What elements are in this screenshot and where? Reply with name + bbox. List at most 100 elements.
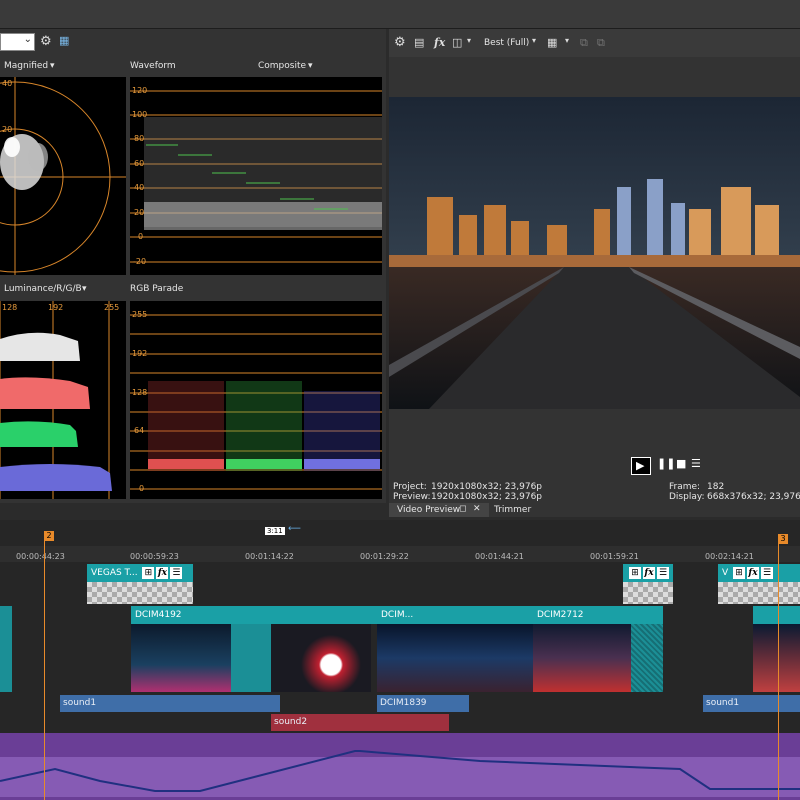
menu-icon[interactable]: ☰ <box>761 566 774 579</box>
undock-icon[interactable]: ◻ <box>459 504 466 514</box>
chevron-down-icon[interactable]: ▾ <box>532 36 536 45</box>
pause-button[interactable]: ❚❚ <box>657 457 675 470</box>
preview-label: Preview: <box>393 492 431 502</box>
close-icon[interactable]: ✕ <box>473 504 481 514</box>
marker-flag[interactable]: 3 <box>778 534 788 544</box>
clip-name: DCIM... <box>381 610 414 620</box>
waveform-tick: 0 <box>138 232 144 241</box>
stop-button[interactable]: ■ <box>676 457 686 470</box>
waveform-mode-select[interactable]: Composite <box>258 61 306 71</box>
video-clip[interactable]: DCIM4192 <box>131 606 271 692</box>
split-screen-icon[interactable]: ◫ <box>452 36 462 49</box>
display-value: 668x376x32; 23,976 <box>707 492 800 502</box>
vectorscope-display: 40 20 <box>0 77 126 275</box>
title-clip[interactable]: VEGAS T... ⊞ fx ☰ <box>87 564 193 604</box>
vectorscope-tick: 40 <box>2 79 13 88</box>
display-label: Display: <box>669 492 705 502</box>
gear-icon[interactable]: ⚙ <box>40 34 52 49</box>
event-pan-crop-icon[interactable]: ⊞ <box>733 566 746 579</box>
clip-header: VEGAS T... ⊞ fx ☰ <box>87 564 193 582</box>
clip-body <box>231 624 271 692</box>
chevron-down-icon[interactable]: ▾ <box>565 36 569 45</box>
video-clip[interactable]: DCIM... <box>377 606 533 692</box>
preview-frame-image <box>389 97 800 409</box>
chevron-down-icon[interactable]: ▾ <box>308 61 313 71</box>
fx-icon[interactable]: fx <box>747 566 760 579</box>
copy-snapshot-icon[interactable]: ⧉ <box>580 36 588 50</box>
grid-icon[interactable]: ▦ <box>547 36 557 49</box>
clip-body <box>631 624 663 692</box>
playhead-cursor[interactable] <box>44 534 45 800</box>
clip-thumbnail <box>533 624 631 692</box>
audio-clip[interactable]: sound2 <box>271 714 449 731</box>
menu-icon[interactable]: ☰ <box>691 457 701 470</box>
gear-icon[interactable]: ⚙ <box>394 35 406 50</box>
event-pan-crop-icon[interactable]: ⊞ <box>629 566 641 579</box>
audio-clip[interactable]: DCIM1839 <box>377 695 469 712</box>
scope-select-dropdown[interactable]: ⌄ <box>0 33 35 51</box>
video-clip[interactable]: DCIM2712 <box>533 606 663 692</box>
waveform-tick: 100 <box>132 110 148 119</box>
play-button[interactable]: ▶ <box>631 457 651 475</box>
menu-icon[interactable]: ☰ <box>657 566 669 579</box>
ruler-time: 00:01:14:22 <box>245 552 294 561</box>
title-clip[interactable]: ⊞ fx ☰ <box>623 564 673 604</box>
event-pan-crop-icon[interactable]: ⊞ <box>142 566 155 579</box>
video-clip[interactable] <box>753 606 800 692</box>
clip-name: V <box>722 568 729 578</box>
histogram-tick: 128 <box>2 303 18 312</box>
music-track-waveform[interactable] <box>0 733 800 800</box>
scope-settings-icon[interactable]: ▦ <box>59 34 69 47</box>
audio-clip[interactable]: sound1 <box>60 695 280 712</box>
time-ruler[interactable]: 00:00:44:23 00:00:59:23 00:01:14:22 00:0… <box>0 546 800 562</box>
parade-tick: 255 <box>132 310 148 319</box>
waveform-tick: 80 <box>134 134 145 143</box>
histogram-label[interactable]: Luminance/R/G/B <box>4 284 82 294</box>
clip-name: VEGAS T... <box>91 568 138 578</box>
histogram-display: 128 192 255 <box>0 301 126 499</box>
video-clip[interactable] <box>271 606 377 692</box>
clip-header: DCIM2712 <box>533 606 663 624</box>
project-properties-icon[interactable]: ▤ <box>414 36 424 49</box>
title-clip[interactable]: V ⊞ fx ☰ <box>718 564 800 604</box>
clip-header: V ⊞ fx ☰ <box>718 564 800 582</box>
preview-quality-select[interactable]: Best (Full) <box>484 38 529 48</box>
project-label: Project: <box>393 482 427 492</box>
parade-tick: 192 <box>132 349 148 358</box>
loop-region-marker[interactable] <box>778 540 779 800</box>
preview-value: 1920x1080x32; 23,976p <box>431 492 543 502</box>
clip-thumbnail <box>718 582 800 604</box>
menu-icon[interactable]: ☰ <box>170 566 183 579</box>
waveform-tick: 120 <box>132 86 148 95</box>
preview-toolbar: ⚙ ▤ fx ◫ ▾ Best (Full) ▾ ▦ ▾ ⧉ ⧉ <box>389 29 800 57</box>
waveform-tick: 40 <box>134 183 145 192</box>
parade-tick: 128 <box>132 388 148 397</box>
ruler-time: 00:00:44:23 <box>16 552 65 561</box>
vectorscope-tick: 20 <box>2 125 13 134</box>
video-clip[interactable] <box>0 606 12 692</box>
tab-video-preview[interactable]: Video Preview ◻ ✕ <box>389 503 489 517</box>
frame-label: Frame: <box>669 482 701 492</box>
clip-header: DCIM4192 <box>131 606 271 624</box>
clip-name: sound2 <box>274 717 308 727</box>
histogram-tick: 255 <box>104 303 120 312</box>
chevron-down-icon[interactable]: ▾ <box>467 36 471 45</box>
parade-tick: 0 <box>139 484 145 493</box>
audio-clip[interactable]: sound1 <box>703 695 800 712</box>
clip-thumbnail <box>377 624 533 692</box>
waveform-tick: 20 <box>134 208 145 217</box>
clip-thumbnail <box>623 582 673 604</box>
clip-name: DCIM1839 <box>380 698 427 708</box>
clip-header <box>753 606 800 624</box>
vectorscope-label[interactable]: Magnified <box>4 61 48 71</box>
save-snapshot-icon[interactable]: ⧉ <box>597 36 605 50</box>
chevron-down-icon[interactable]: ▾ <box>82 284 87 294</box>
ruler-time: 00:00:59:23 <box>130 552 179 561</box>
chevron-down-icon[interactable]: ▾ <box>50 61 55 71</box>
marker-flag[interactable]: 2 <box>44 531 54 541</box>
fx-icon[interactable]: fx <box>434 36 445 49</box>
fx-icon[interactable]: fx <box>643 566 655 579</box>
chevron-down-icon: ⌄ <box>23 34 32 45</box>
fx-icon[interactable]: fx <box>156 566 169 579</box>
tab-trimmer[interactable]: Trimmer <box>490 503 560 517</box>
